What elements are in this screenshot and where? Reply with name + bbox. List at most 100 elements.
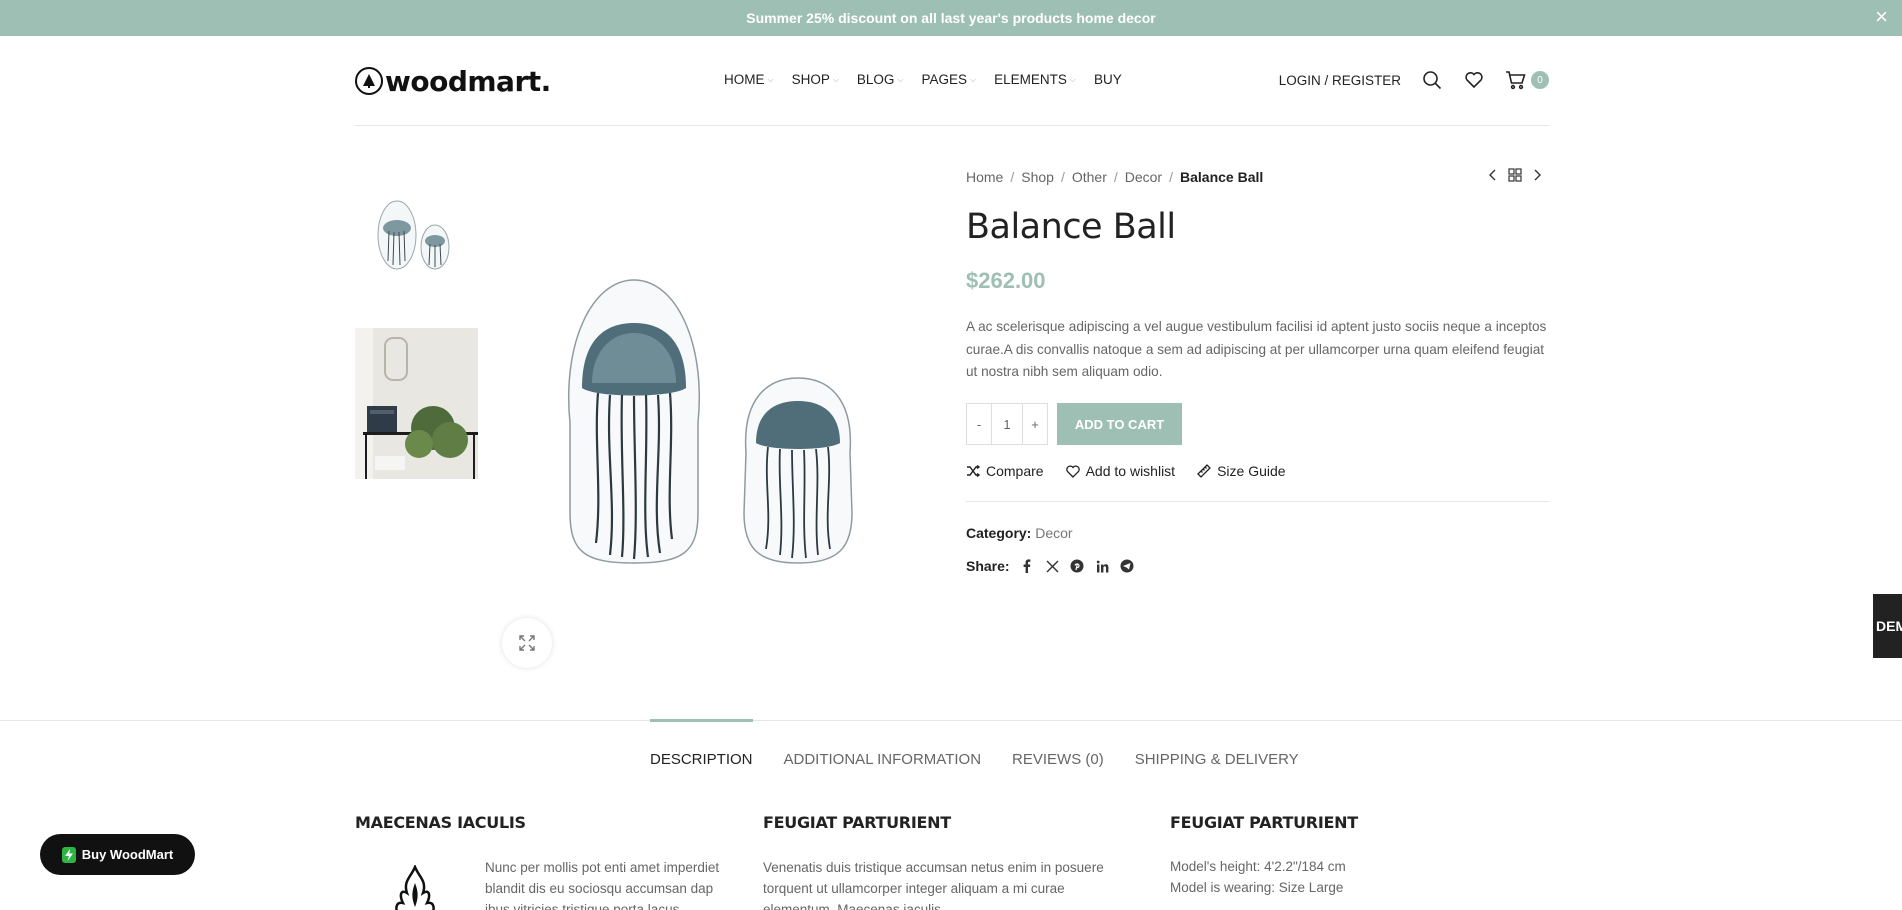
close-icon[interactable]: × [1875,6,1888,28]
demos-button[interactable]: DEMOS [1873,594,1902,658]
chevron-down-icon: ⌵ [1069,74,1076,84]
breadcrumb-shop[interactable]: Shop [1021,169,1054,185]
column-heading: FEUGIAT PARTURIENT [1170,813,1358,832]
product-share: Share: [966,558,1135,574]
pinterest-icon[interactable] [1070,559,1085,574]
buy-label: Buy WoodMart [81,847,174,862]
chevron-down-icon: ⌵ [897,74,904,84]
shuffle-icon [967,465,980,477]
column-text: Venenatis duis tristique accumsan netus … [763,860,1104,910]
nav-label: HOME [724,72,765,87]
description-column: FEUGIAT PARTURIENT Venenatis duis tristi… [763,813,1143,910]
cart-button[interactable]: 0 [1505,70,1549,90]
site-logo[interactable]: woodmart. [355,64,551,98]
promo-text: Summer 25% discount on all last year's p… [746,10,1156,26]
description-column: MAECENAS IACULIS Nunc per mollis pot ent… [355,813,735,910]
linkedin-icon[interactable] [1095,559,1110,574]
cart-icon [1506,71,1526,90]
nav-label: ELEMENTS [994,72,1067,87]
model-height: Model's height: 4'2.2"/184 cm [1170,859,1346,874]
site-header: woodmart. HOME ⌵ SHOP ⌵ BLOG ⌵ PAGES ⌵ ELEME… [355,36,1549,126]
cart-count-badge: 0 [1531,71,1549,89]
breadcrumb: Home / Shop / Other / Decor / Balance Ba… [966,169,1263,185]
column-heading: MAECENAS IACULIS [355,813,526,832]
qty-plus-button[interactable]: + [1023,404,1047,444]
column-text: Model's height: 4'2.2"/184 cm Model is w… [1170,856,1346,898]
search-icon[interactable] [1421,69,1443,91]
logo-text: woodmart. [385,64,551,98]
qty-input[interactable]: 1 [991,404,1023,444]
product-tabs: DESCRIPTION ADDITIONAL INFORMATION REVIE… [650,719,1299,768]
tab-shipping-delivery[interactable]: SHIPPING & DELIVERY [1135,720,1299,768]
thumbnail-jellyfish[interactable] [355,183,478,298]
column-text: Nunc per mollis pot enti amet imperdiet … [485,860,720,910]
product-price: $262.00 [966,268,1046,293]
chevron-right-icon[interactable] [1532,169,1542,181]
promo-bar: Summer 25% discount on all last year's p… [0,0,1902,36]
add-to-wishlist-button[interactable]: Add to wishlist [1065,463,1176,479]
chevron-down-icon: ⌵ [832,74,839,84]
breadcrumb-separator: / [1169,169,1173,185]
nav-label: BLOG [856,72,895,87]
size-guide-button[interactable]: Size Guide [1197,463,1286,479]
nav-label: BUY [1093,72,1122,87]
category-label: Category: [966,525,1032,541]
breadcrumb-home[interactable]: Home [966,169,1003,185]
breadcrumb-separator: / [1113,169,1118,185]
qty-minus-button[interactable]: - [967,404,991,444]
product-description: A ac scelerisque adipiscing a vel augue … [966,319,1547,379]
nav-item-pages[interactable]: PAGES ⌵ [922,72,977,87]
nav-label: SHOP [791,72,830,87]
chevron-down-icon: ⌵ [970,74,977,84]
chevron-left-icon[interactable] [1488,169,1498,181]
model-wearing: Model is wearing: Size Large [1170,880,1344,895]
breadcrumb-other[interactable]: Other [1072,169,1107,185]
compare-label: Compare [986,463,1044,479]
tree-icon [355,67,383,95]
share-label: Share: [966,558,1010,574]
breadcrumb-separator: / [1010,169,1015,185]
tab-reviews[interactable]: REVIEWS (0) [1012,720,1104,768]
nav-item-shop[interactable]: SHOP ⌵ [792,72,839,87]
heart-icon [1065,464,1080,478]
add-to-cart-button[interactable]: ADD TO CART [1057,403,1182,445]
compare-button[interactable]: Compare [966,463,1044,479]
heart-icon[interactable] [1463,69,1485,91]
nav-item-buy[interactable]: BUY [1094,72,1122,87]
product-title: Balance Ball [966,207,1176,247]
size-guide-label: Size Guide [1217,463,1286,479]
x-twitter-icon[interactable] [1045,559,1060,574]
nav-item-elements[interactable]: ELEMENTS ⌵ [994,72,1076,87]
ruler-icon [1197,464,1211,478]
grid-icon[interactable] [1508,168,1522,182]
column-heading: FEUGIAT PARTURIENT [763,813,951,832]
wishlist-label: Add to wishlist [1085,463,1176,479]
description-column: FEUGIAT PARTURIENT Model's height: 4'2.2… [1170,813,1550,895]
header-actions: LOGIN / REGISTER 0 [1279,69,1549,91]
nav-item-home[interactable]: HOME ⌵ [724,72,774,87]
emblem-icon [395,865,435,910]
breadcrumb-decor[interactable]: Decor [1125,169,1162,185]
category-link[interactable]: Decor [1035,525,1072,541]
breadcrumb-current: Balance Ball [1180,169,1264,185]
login-register-link[interactable]: LOGIN / REGISTER [1279,73,1401,88]
thumbnail-interior[interactable] [355,328,478,479]
divider [966,501,1549,502]
main-product-image[interactable] [502,183,940,643]
nav-item-blog[interactable]: BLOG ⌵ [857,72,904,87]
nav-label: PAGES [921,72,968,87]
breadcrumb-separator: / [1060,169,1065,185]
telegram-icon[interactable] [1120,559,1135,574]
tab-description[interactable]: DESCRIPTION [650,719,753,768]
chevron-down-icon: ⌵ [767,74,774,84]
facebook-icon[interactable] [1020,559,1035,574]
quantity-stepper: - 1 + [966,403,1048,445]
product-category: Category: Decor [966,525,1073,541]
expand-icon[interactable] [502,618,552,668]
lightning-icon [61,846,76,863]
main-nav: HOME ⌵ SHOP ⌵ BLOG ⌵ PAGES ⌵ ELEMENTS ⌵ BUY [724,72,1122,87]
tab-additional-information[interactable]: ADDITIONAL INFORMATION [784,720,982,768]
product-actions: Compare Add to wishlist Size Guide [966,463,1286,479]
buy-woodmart-button[interactable]: Buy WoodMart [40,834,195,875]
product-navigation [1488,168,1542,182]
